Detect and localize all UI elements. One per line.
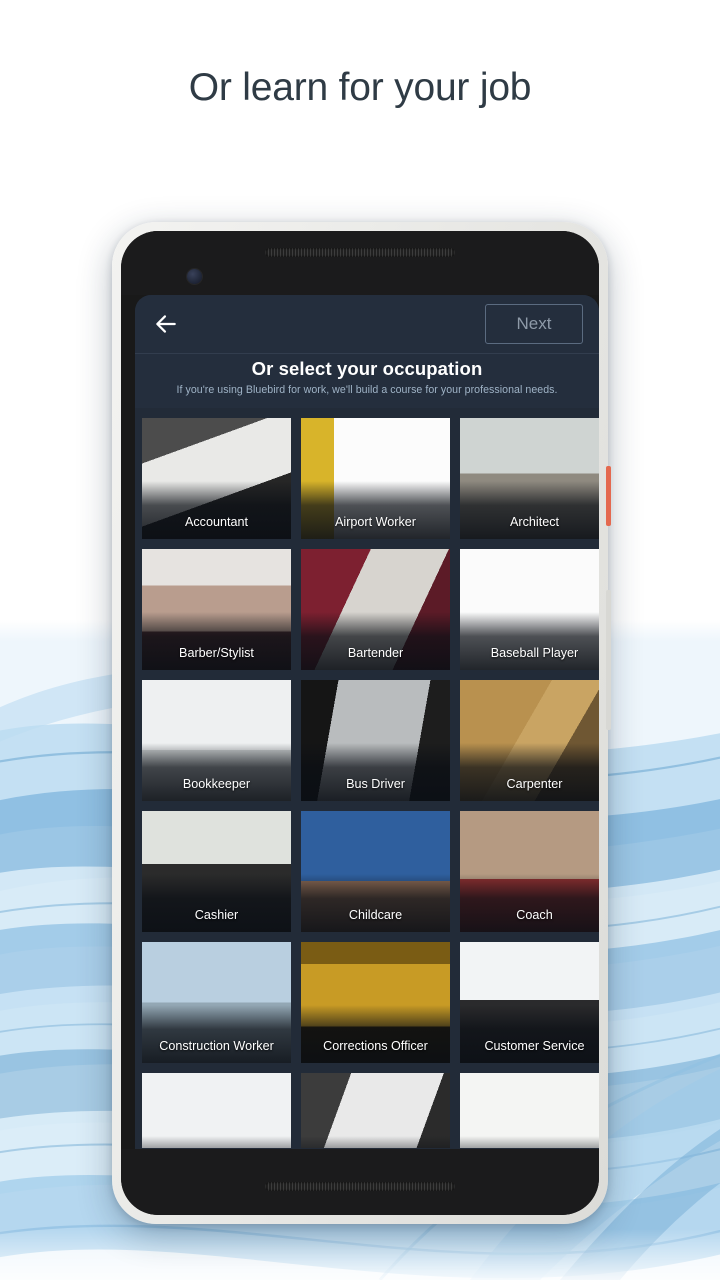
earpiece-speaker-icon — [265, 248, 455, 257]
occupation-label: Bookkeeper — [182, 777, 251, 791]
occupation-card[interactable]: Carpenter — [460, 680, 599, 801]
app-screen: Next Or select your occupation If you're… — [135, 295, 599, 1149]
occupation-card[interactable]: Airport Worker — [301, 418, 450, 539]
label-gradient-overlay — [142, 481, 291, 539]
section-description: If you're using Bluebird for work, we'll… — [176, 384, 558, 396]
occupation-label: Coach — [516, 908, 553, 922]
occupation-card[interactable]: Bookkeeper — [142, 680, 291, 801]
occupation-card[interactable]: Childcare — [301, 811, 450, 932]
page-headline: Or learn for your job — [188, 66, 532, 109]
occupation-card[interactable]: Architect — [460, 418, 599, 539]
occupation-label: Architect — [510, 515, 559, 529]
label-gradient-overlay — [301, 481, 450, 539]
occupation-label: Construction Worker — [159, 1039, 274, 1053]
occupation-label: Customer Service — [484, 1039, 585, 1053]
occupation-label: Accountant — [184, 515, 248, 529]
occupation-card[interactable]: Coach — [460, 811, 599, 932]
label-gradient-overlay — [460, 1136, 599, 1148]
occupation-card[interactable] — [142, 1073, 291, 1148]
occupation-card[interactable] — [460, 1073, 599, 1148]
volume-button[interactable] — [606, 590, 611, 730]
phone-top-bezel — [121, 231, 599, 295]
label-gradient-overlay — [460, 743, 599, 801]
arrow-left-icon[interactable] — [153, 311, 179, 337]
occupation-card[interactable]: Baseball Player — [460, 549, 599, 670]
label-gradient-overlay — [460, 1005, 599, 1063]
label-gradient-overlay — [301, 743, 450, 801]
label-gradient-overlay — [460, 481, 599, 539]
bottom-speaker-icon — [265, 1182, 455, 1191]
occupation-card[interactable]: Bartender — [301, 549, 450, 670]
occupation-card[interactable]: Corrections Officer — [301, 942, 450, 1063]
section-title: Or select your occupation — [251, 358, 483, 379]
occupation-grid: Accountant Airport Worker Architect Barber/… — [135, 418, 599, 1148]
occupation-card[interactable]: Construction Worker — [142, 942, 291, 1063]
occupation-card[interactable]: Customer Service — [460, 942, 599, 1063]
occupation-label: Childcare — [348, 908, 403, 922]
label-gradient-overlay — [301, 1005, 450, 1063]
phone-mockup: Next Or select your occupation If you're… — [112, 222, 611, 1224]
occupation-label: Bartender — [347, 646, 404, 660]
screenshot-root: Or learn for your job Next Or select you… — [0, 0, 720, 1280]
occupation-card[interactable]: Bus Driver — [301, 680, 450, 801]
occupation-label: Barber/Stylist — [179, 646, 254, 660]
power-button[interactable] — [606, 466, 611, 526]
occupation-label: Baseball Player — [490, 646, 579, 660]
app-toolbar: Next — [135, 295, 599, 353]
label-gradient-overlay — [142, 874, 291, 932]
label-gradient-overlay — [142, 743, 291, 801]
occupation-label: Cashier — [194, 908, 239, 922]
label-gradient-overlay — [301, 1136, 450, 1148]
occupation-label: Airport Worker — [335, 515, 416, 529]
occupation-card[interactable] — [301, 1073, 450, 1148]
next-button[interactable]: Next — [485, 304, 583, 344]
label-gradient-overlay — [460, 612, 599, 670]
occupation-card[interactable]: Barber/Stylist — [142, 549, 291, 670]
occupation-grid-scroll[interactable]: Accountant Airport Worker Architect Barber/… — [135, 408, 599, 1148]
front-camera-icon — [187, 269, 202, 284]
label-gradient-overlay — [460, 874, 599, 932]
label-gradient-overlay — [142, 612, 291, 670]
label-gradient-overlay — [142, 1136, 291, 1148]
occupation-card[interactable]: Cashier — [142, 811, 291, 932]
occupation-card[interactable]: Accountant — [142, 418, 291, 539]
occupation-label: Corrections Officer — [323, 1039, 428, 1053]
occupation-label: Bus Driver — [346, 777, 405, 791]
section-header: Or select your occupation If you're usin… — [135, 353, 599, 408]
phone-body: Next Or select your occupation If you're… — [121, 231, 599, 1215]
occupation-label: Carpenter — [506, 777, 563, 791]
label-gradient-overlay — [301, 612, 450, 670]
next-button-label: Next — [516, 314, 552, 333]
label-gradient-overlay — [301, 874, 450, 932]
label-gradient-overlay — [142, 1005, 291, 1063]
